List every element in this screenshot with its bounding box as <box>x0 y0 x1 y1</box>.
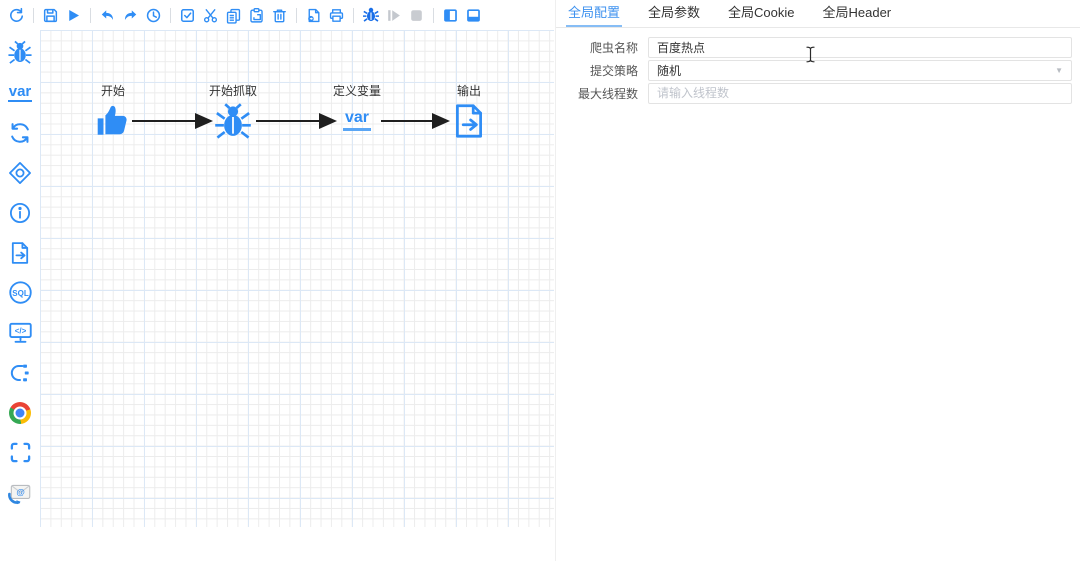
editor-toolbar <box>0 0 555 30</box>
chrome-node-icon[interactable] <box>5 399 35 426</box>
config-tabs: 全局配置 全局参数 全局Cookie 全局Header <box>556 0 1080 28</box>
node-output[interactable]: 输出 <box>441 82 497 140</box>
node-label: 开始抓取 <box>208 84 257 98</box>
tab-global-params[interactable]: 全局参数 <box>646 0 702 27</box>
form-row-crawler-name: 爬虫名称 <box>556 36 1080 58</box>
form-row-submit-strategy: 提交策略 ▼ <box>556 59 1080 81</box>
save-icon[interactable] <box>39 3 62 27</box>
selector-node-icon[interactable] <box>5 439 35 466</box>
variable-node-icon[interactable]: var <box>5 79 35 106</box>
paste-icon[interactable] <box>245 3 268 27</box>
divider <box>433 7 434 23</box>
var-label: var <box>7 83 33 102</box>
divider <box>296 7 297 23</box>
tab-global-config[interactable]: 全局配置 <box>566 0 623 27</box>
divider <box>33 7 34 23</box>
sql-label: SQL <box>12 289 29 298</box>
node-crawl[interactable]: 开始抓取 <box>205 82 261 142</box>
spider-icon <box>215 103 251 139</box>
run-icon[interactable] <box>62 3 85 27</box>
crawler-name-input[interactable] <box>648 36 1072 58</box>
global-config-form: 爬虫名称 提交策略 ▼ 最大线程数 <box>556 28 1080 104</box>
script-node-icon[interactable]: </> <box>5 319 35 346</box>
spider-node-icon[interactable] <box>5 39 35 66</box>
output-icon <box>456 104 482 138</box>
flow-canvas[interactable]: 开始 开始抓取 定义变量 var 输出 <box>40 30 554 527</box>
select-all-icon[interactable] <box>176 3 199 27</box>
history-icon[interactable] <box>142 3 165 27</box>
max-threads-label: 最大线程数 <box>577 86 638 101</box>
spider-flow-editor: var SQL </> @ 开始 开始抓取 定义变量 var 输出 全局配置 全… <box>0 0 1080 561</box>
submit-strategy-select[interactable] <box>648 59 1072 81</box>
node-label: 开始 <box>100 84 125 98</box>
reset-icon[interactable] <box>5 3 28 27</box>
redo-icon[interactable] <box>119 3 142 27</box>
thumb-up-icon <box>97 105 127 135</box>
loop-node-icon[interactable] <box>5 119 35 146</box>
node-label: 定义变量 <box>332 84 381 98</box>
chrome-logo <box>9 401 31 424</box>
debug-icon[interactable] <box>359 3 382 27</box>
divider <box>353 7 354 23</box>
divider <box>170 7 171 23</box>
divider <box>90 7 91 23</box>
max-threads-input[interactable] <box>648 82 1072 104</box>
condition-node-icon[interactable] <box>5 159 35 186</box>
step-resume-icon[interactable] <box>382 3 405 27</box>
delete-icon[interactable] <box>268 3 291 27</box>
crawler-name-label: 爬虫名称 <box>589 40 638 55</box>
function-node-icon[interactable] <box>5 359 35 386</box>
tab-global-header[interactable]: 全局Header <box>821 0 894 27</box>
email-node-icon[interactable]: @ <box>5 479 35 506</box>
svg-text:@: @ <box>16 486 24 496</box>
node-label: 输出 <box>456 84 481 98</box>
config-panel: 全局配置 全局参数 全局Cookie 全局Header 爬虫名称 提交策略 ▼ … <box>555 0 1080 561</box>
comment-node-icon[interactable] <box>5 199 35 226</box>
submit-strategy-label: 提交策略 <box>589 63 638 78</box>
cut-icon[interactable] <box>199 3 222 27</box>
toggle-left-panel-icon[interactable] <box>439 3 462 27</box>
stop-icon[interactable] <box>405 3 428 27</box>
form-row-max-threads: 最大线程数 <box>556 82 1080 104</box>
node-palette: var SQL </> @ <box>0 30 40 527</box>
output-node-icon[interactable] <box>5 239 35 266</box>
node-start[interactable]: 开始 <box>85 82 141 140</box>
node-define-variable[interactable]: 定义变量 var <box>329 82 385 131</box>
sql-node-icon[interactable]: SQL <box>5 279 35 306</box>
code-label: </> <box>14 326 26 335</box>
copy-icon[interactable] <box>222 3 245 27</box>
tab-global-cookie[interactable]: 全局Cookie <box>726 0 796 27</box>
export-icon[interactable] <box>302 3 325 27</box>
var-text: var <box>342 108 372 131</box>
print-icon[interactable] <box>325 3 348 27</box>
undo-icon[interactable] <box>96 3 119 27</box>
toggle-bottom-panel-icon[interactable] <box>462 3 485 27</box>
